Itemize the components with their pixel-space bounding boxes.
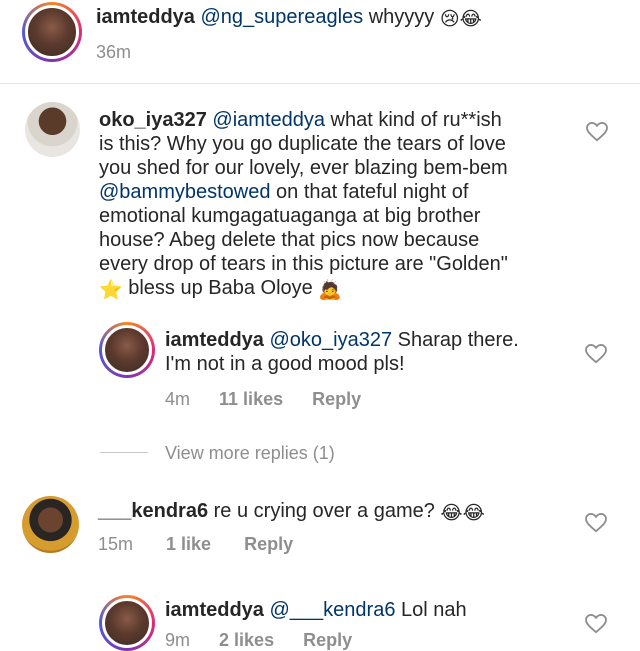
comment-body: is this? Why you go duplicate the tears … (99, 133, 506, 155)
avatar[interactable] (22, 496, 79, 553)
comment-username[interactable]: ___kendra6 (98, 500, 208, 522)
heart-outline-icon[interactable] (586, 122, 608, 142)
comment-body: every drop of tears in this picture are … (99, 253, 508, 275)
comment-body: whyyyy (363, 6, 440, 28)
reply-username[interactable]: iamteddya (165, 329, 264, 351)
reply-button[interactable]: Reply (312, 389, 361, 409)
heart-outline-icon[interactable] (585, 344, 607, 364)
comment-body: re u crying over a game? (208, 500, 441, 522)
reply-button[interactable]: Reply (303, 630, 352, 650)
comment-text: ___kendra6 re u crying over a game? 😂😂 (98, 499, 578, 526)
avatar[interactable] (25, 102, 80, 157)
reply-mention[interactable]: @oko_iya327 (270, 329, 393, 351)
comment-mention[interactable]: @ng_supereagles (201, 6, 364, 28)
reply-text: iamteddya @oko_iya327 Sharap there. I'm … (165, 328, 585, 376)
comment-body: you shed for our lovely, ever blazing be… (99, 157, 508, 179)
reply-username[interactable]: iamteddya (165, 599, 264, 621)
emoji: 😂😂 (440, 503, 485, 524)
reply-body: Lol nah (395, 599, 467, 621)
comment-body: on that fateful night of (270, 181, 469, 203)
heart-outline-icon[interactable] (585, 513, 607, 533)
avatar-image (25, 5, 79, 59)
comment-body: what kind of ru**ish (325, 109, 502, 131)
comment-mention[interactable]: @iamteddya (212, 109, 325, 131)
comment-text: oko_iya327 @iamteddya what kind of ru**i… (99, 108, 599, 303)
reply-likes[interactable]: 11 likes (219, 389, 283, 409)
reply-button[interactable]: Reply (244, 534, 293, 554)
reply-body: Sharap there. (392, 329, 519, 351)
avatar[interactable] (99, 595, 155, 651)
comment-username[interactable]: oko_iya327 (99, 109, 207, 131)
reply-time: 4m (165, 389, 191, 409)
avatar-image (102, 598, 152, 648)
reply-meta: 4m 11 likes Reply (165, 389, 361, 410)
replies-divider-line (100, 452, 148, 453)
divider (0, 83, 640, 84)
star-emoji: ⭐ (99, 280, 123, 301)
reply-mention[interactable]: @___kendra6 (270, 599, 396, 621)
comment-meta: 15m 1 like Reply (98, 534, 293, 555)
avatar[interactable] (99, 322, 155, 378)
view-more-replies[interactable]: View more replies (1) (165, 443, 335, 464)
comment-time: 36m (96, 42, 132, 62)
reply-likes[interactable]: 2 likes (219, 630, 274, 650)
reply-time: 9m (165, 630, 191, 650)
emoji: 🙇 (318, 280, 343, 301)
comment-body: bless up Baba Oloye (122, 277, 319, 299)
reply-text: iamteddya @___kendra6 Lol nah (165, 598, 585, 622)
reply-meta: 9m 2 likes Reply (165, 630, 352, 651)
comment-username[interactable]: iamteddya (96, 6, 195, 28)
avatar-image (102, 325, 152, 375)
comment-body: house? Abeg delete that pics now because (99, 229, 480, 251)
heart-outline-icon[interactable] (585, 614, 607, 634)
comment-mention[interactable]: @bammybestowed (99, 181, 270, 203)
comment-body: emotional kumgagatuaganga at big brother (99, 205, 481, 227)
avatar[interactable] (22, 2, 82, 62)
comment-likes[interactable]: 1 like (166, 534, 211, 554)
comment-time: 15m (98, 534, 134, 554)
emoji: 😢😂 (439, 9, 482, 30)
comment-text: iamteddya @ng_supereagles whyyyy 😢😂 (96, 5, 596, 32)
reply-body: I'm not in a good mood pls! (165, 353, 405, 375)
